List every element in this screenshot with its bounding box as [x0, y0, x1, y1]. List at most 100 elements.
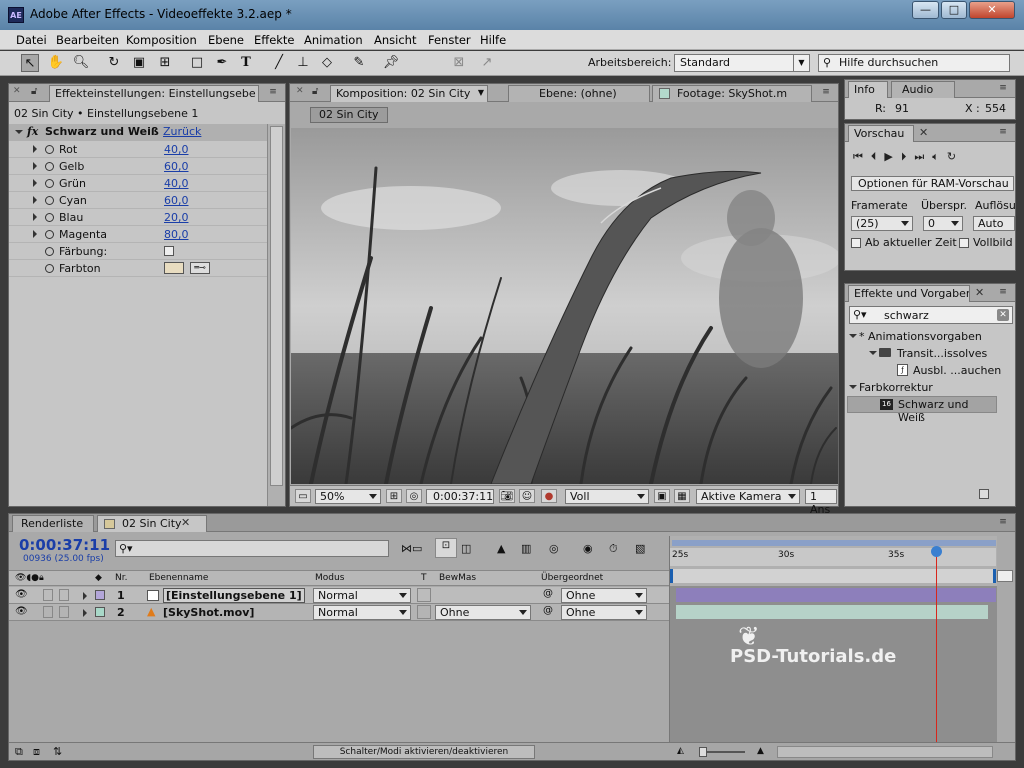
- tab-effects-presets[interactable]: Effekte und Vorgaben: [848, 285, 970, 302]
- parent-dropdown[interactable]: Ohne: [561, 588, 647, 603]
- timeline-timecode[interactable]: 0:00:37:11: [19, 536, 110, 554]
- parent-dropdown[interactable]: Ohne: [561, 605, 647, 620]
- workspace-dropdown[interactable]: Standard ▼: [674, 54, 810, 72]
- snapshot-camera-icon[interactable]: 📷︎: [499, 489, 515, 503]
- layer-name[interactable]: [Einstellungsebene 1]: [163, 588, 305, 603]
- expand-arrow-icon[interactable]: [849, 385, 857, 389]
- timeline-horizontal-scrollbar[interactable]: [777, 746, 993, 758]
- transfer-controls-icon[interactable]: ⧈: [33, 745, 40, 759]
- in-out-icon[interactable]: ⇅: [53, 745, 62, 758]
- eye-visibility-icon[interactable]: 👁︎: [15, 606, 28, 617]
- column-layer-name[interactable]: Ebenenname: [149, 573, 208, 583]
- roto-brush-tool-icon[interactable]: ✎: [350, 54, 368, 72]
- tab-audio[interactable]: Audio: [891, 81, 955, 98]
- auto-keyframe-icon[interactable]: ⏱: [609, 542, 618, 556]
- stopwatch-icon[interactable]: [45, 230, 54, 239]
- tree-item-black-white[interactable]: 16 Schwarz und Weiß: [847, 396, 997, 424]
- hue-color-swatch[interactable]: [164, 262, 184, 274]
- trkmat-dropdown[interactable]: Ohne: [435, 605, 531, 620]
- eraser-tool-icon[interactable]: ◇: [318, 54, 336, 72]
- camera-tool-icon[interactable]: ▣: [130, 54, 148, 72]
- text-tool-icon[interactable]: T: [237, 54, 255, 72]
- timeline-layer-row[interactable]: 👁︎ 2 ▲ [SkyShot.mov] Normal Ohne @ Ohne: [9, 604, 669, 621]
- puppet-pin-tool-icon[interactable]: 📌︎: [382, 54, 400, 72]
- audio-icon[interactable]: 🔈︎: [932, 150, 947, 163]
- help-search-input[interactable]: ⚲ Hilfe durchsuchen: [818, 54, 1010, 72]
- panel-menu-icon[interactable]: ≡: [995, 517, 1011, 528]
- composition-viewer[interactable]: [291, 128, 838, 484]
- frame-blending-icon[interactable]: ▥: [521, 542, 531, 555]
- close-icon[interactable]: ✕: [919, 126, 928, 139]
- stopwatch-icon[interactable]: [45, 179, 54, 188]
- always-preview-icon[interactable]: ▭: [295, 489, 311, 503]
- comp-navigator-button[interactable]: 02 Sin City: [310, 107, 388, 123]
- param-value[interactable]: 60,0: [164, 194, 189, 207]
- expand-arrow-icon[interactable]: [33, 213, 37, 221]
- time-navigator[interactable]: [670, 569, 996, 583]
- show-snapshot-icon[interactable]: ☺: [519, 489, 535, 503]
- new-folder-icon[interactable]: [979, 489, 989, 499]
- brush-tool-icon[interactable]: ╱: [270, 54, 288, 72]
- work-area-bar[interactable]: [672, 540, 996, 546]
- brainstorm-icon[interactable]: ◉: [583, 542, 593, 555]
- layer-mode-dropdown[interactable]: Normal: [313, 605, 411, 620]
- tab-timeline-comp[interactable]: 02 Sin City: [97, 515, 207, 532]
- menu-animation[interactable]: Animation: [304, 33, 363, 47]
- stopwatch-icon[interactable]: [45, 162, 54, 171]
- next-frame-icon[interactable]: ⏵: [901, 150, 915, 163]
- panel-menu-icon[interactable]: ≡: [265, 87, 281, 98]
- expand-arrow-icon[interactable]: [33, 230, 37, 238]
- expand-arrow-icon[interactable]: [869, 351, 877, 355]
- draft-3d-icon[interactable]: ◫: [461, 542, 471, 555]
- param-value[interactable]: 40,0: [164, 143, 189, 156]
- expand-arrow-icon[interactable]: [33, 162, 37, 170]
- live-update-icon[interactable]: ⊡: [435, 538, 457, 558]
- expand-arrow-icon[interactable]: [33, 145, 37, 153]
- param-value[interactable]: 20,0: [164, 211, 189, 224]
- motion-blur-icon[interactable]: ◎: [549, 542, 559, 555]
- comp-button-icon[interactable]: [997, 570, 1013, 582]
- zoom-dropdown[interactable]: 50%: [315, 489, 381, 504]
- playhead[interactable]: [931, 546, 943, 744]
- loop-icon[interactable]: ↻: [947, 150, 964, 163]
- rotate-tool-icon[interactable]: ↻: [105, 54, 123, 72]
- layer-mode-dropdown[interactable]: Normal: [313, 588, 411, 603]
- panel-menu-icon[interactable]: ≡: [995, 83, 1011, 94]
- close-button[interactable]: ✕: [969, 1, 1015, 19]
- stopwatch-icon[interactable]: [45, 264, 54, 273]
- lock-switch[interactable]: [59, 589, 69, 601]
- close-icon[interactable]: ✕: [181, 516, 190, 529]
- reset-link[interactable]: Zurück: [163, 125, 201, 138]
- tab-info[interactable]: Info: [848, 81, 888, 98]
- safe-zones-icon[interactable]: ⊞: [386, 489, 402, 503]
- skip-dropdown[interactable]: 0: [923, 216, 963, 231]
- menu-hilfe[interactable]: Hilfe: [480, 33, 506, 47]
- tab-footage[interactable]: Footage: SkyShot.m: [652, 85, 812, 102]
- layer-name[interactable]: [SkyShot.mov]: [163, 606, 254, 619]
- preserve-transparency-switch[interactable]: [417, 605, 431, 619]
- timeline-search-input[interactable]: ⚲▾: [115, 540, 389, 557]
- pick-whip-icon[interactable]: @: [543, 588, 553, 599]
- layer-label-color[interactable]: [95, 607, 105, 617]
- effects-search-input[interactable]: ⚲▾ schwarz ✕: [849, 306, 1013, 324]
- menu-effekte[interactable]: Effekte: [254, 33, 295, 47]
- tree-item-transitions-dissolves[interactable]: Transit...issolves: [845, 345, 1015, 362]
- lock-switch[interactable]: [59, 606, 69, 618]
- first-frame-icon[interactable]: ⏮: [853, 150, 871, 163]
- pick-whip-icon[interactable]: @: [543, 605, 553, 616]
- expand-arrow-icon[interactable]: [83, 609, 87, 617]
- views-dropdown[interactable]: 1 Ans: [805, 489, 837, 516]
- stopwatch-icon[interactable]: [45, 247, 54, 256]
- last-frame-icon[interactable]: ⏭: [914, 150, 932, 163]
- framerate-dropdown[interactable]: (25): [851, 216, 913, 231]
- expand-arrow-icon[interactable]: [33, 196, 37, 204]
- solo-switch[interactable]: [43, 606, 53, 618]
- maximize-button[interactable]: □: [941, 1, 967, 19]
- preserve-transparency-switch[interactable]: [417, 588, 431, 602]
- chevron-down-icon[interactable]: ▼: [478, 88, 484, 97]
- layer-bar-skyshot[interactable]: [676, 605, 988, 619]
- expand-arrow-icon[interactable]: [33, 179, 37, 187]
- solo-switch[interactable]: [43, 589, 53, 601]
- panel-menu-icon[interactable]: ≡: [995, 287, 1011, 298]
- menu-bearbeiten[interactable]: Bearbeiten: [56, 33, 119, 47]
